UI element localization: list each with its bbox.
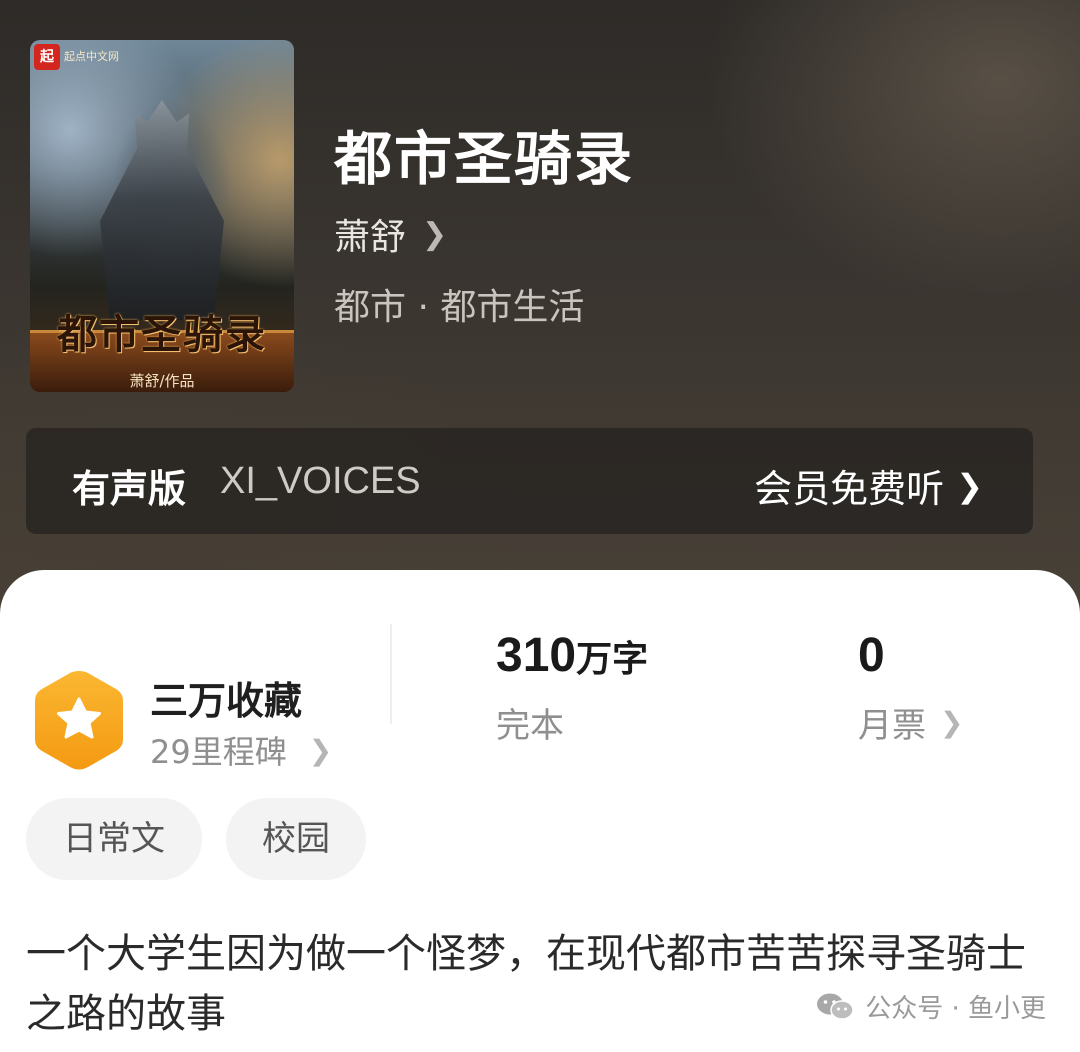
book-cover[interactable]: 起 起点中文网 都市圣骑录 萧舒/作品 (30, 40, 294, 392)
word-count: 310万字 (496, 628, 648, 683)
audio-label: 有声版 (72, 467, 187, 511)
chevron-right-icon: ❯ (956, 466, 983, 505)
author-link[interactable]: 萧舒 ❯ (334, 208, 447, 260)
free-listen-button[interactable]: 会员免费听 ❯ (754, 458, 983, 513)
favorites-count: 三万收藏 (150, 679, 303, 723)
monthly-votes-count: 0 (858, 629, 885, 682)
star-hexagon-icon[interactable] (32, 668, 126, 772)
author-name: 萧舒 (334, 217, 407, 258)
cover-logo-badge: 起 (34, 44, 60, 70)
cover-title: 都市圣骑录 (57, 312, 267, 358)
completion-status: 完本 (496, 706, 564, 746)
chevron-right-icon: ❯ (308, 733, 333, 767)
milestones-label: 29里程碑 (150, 733, 287, 771)
tag-chip[interactable]: 校园 (226, 798, 366, 880)
audio-voices: XI_VOICES (220, 460, 421, 502)
word-count-number: 310 (496, 629, 577, 682)
genre-label: 都市 · 都市生活 (334, 287, 585, 328)
audio-version-bar[interactable]: 有声版 XI_VOICES 会员免费听 ❯ (26, 428, 1033, 534)
monthly-votes-label: 月票 (858, 706, 926, 746)
free-listen-label: 会员免费听 (754, 467, 945, 511)
cover-author-line: 萧舒/作品 (129, 372, 195, 390)
tag-chip[interactable]: 日常文 (26, 798, 202, 880)
book-description: 一个大学生因为做一个怪梦，在现代都市苦苦探寻圣骑士之路的故事 (26, 931, 1026, 1037)
word-count-unit: 万字 (576, 639, 649, 680)
cover-publisher: 起点中文网 (64, 50, 119, 63)
watermark: 公众号 · 鱼小更 (815, 988, 1046, 1025)
cover-knight-figure (100, 100, 224, 320)
chevron-right-icon: ❯ (940, 706, 964, 739)
wechat-icon (817, 993, 854, 1020)
monthly-votes-link[interactable]: 月票 ❯ (858, 698, 963, 747)
milestones-link[interactable]: 29里程碑 ❯ (150, 727, 332, 773)
stat-divider (390, 624, 392, 724)
chevron-right-icon: ❯ (422, 216, 448, 252)
watermark-text: 公众号 · 鱼小更 (865, 994, 1046, 1024)
book-title: 都市圣骑录 (334, 125, 635, 193)
